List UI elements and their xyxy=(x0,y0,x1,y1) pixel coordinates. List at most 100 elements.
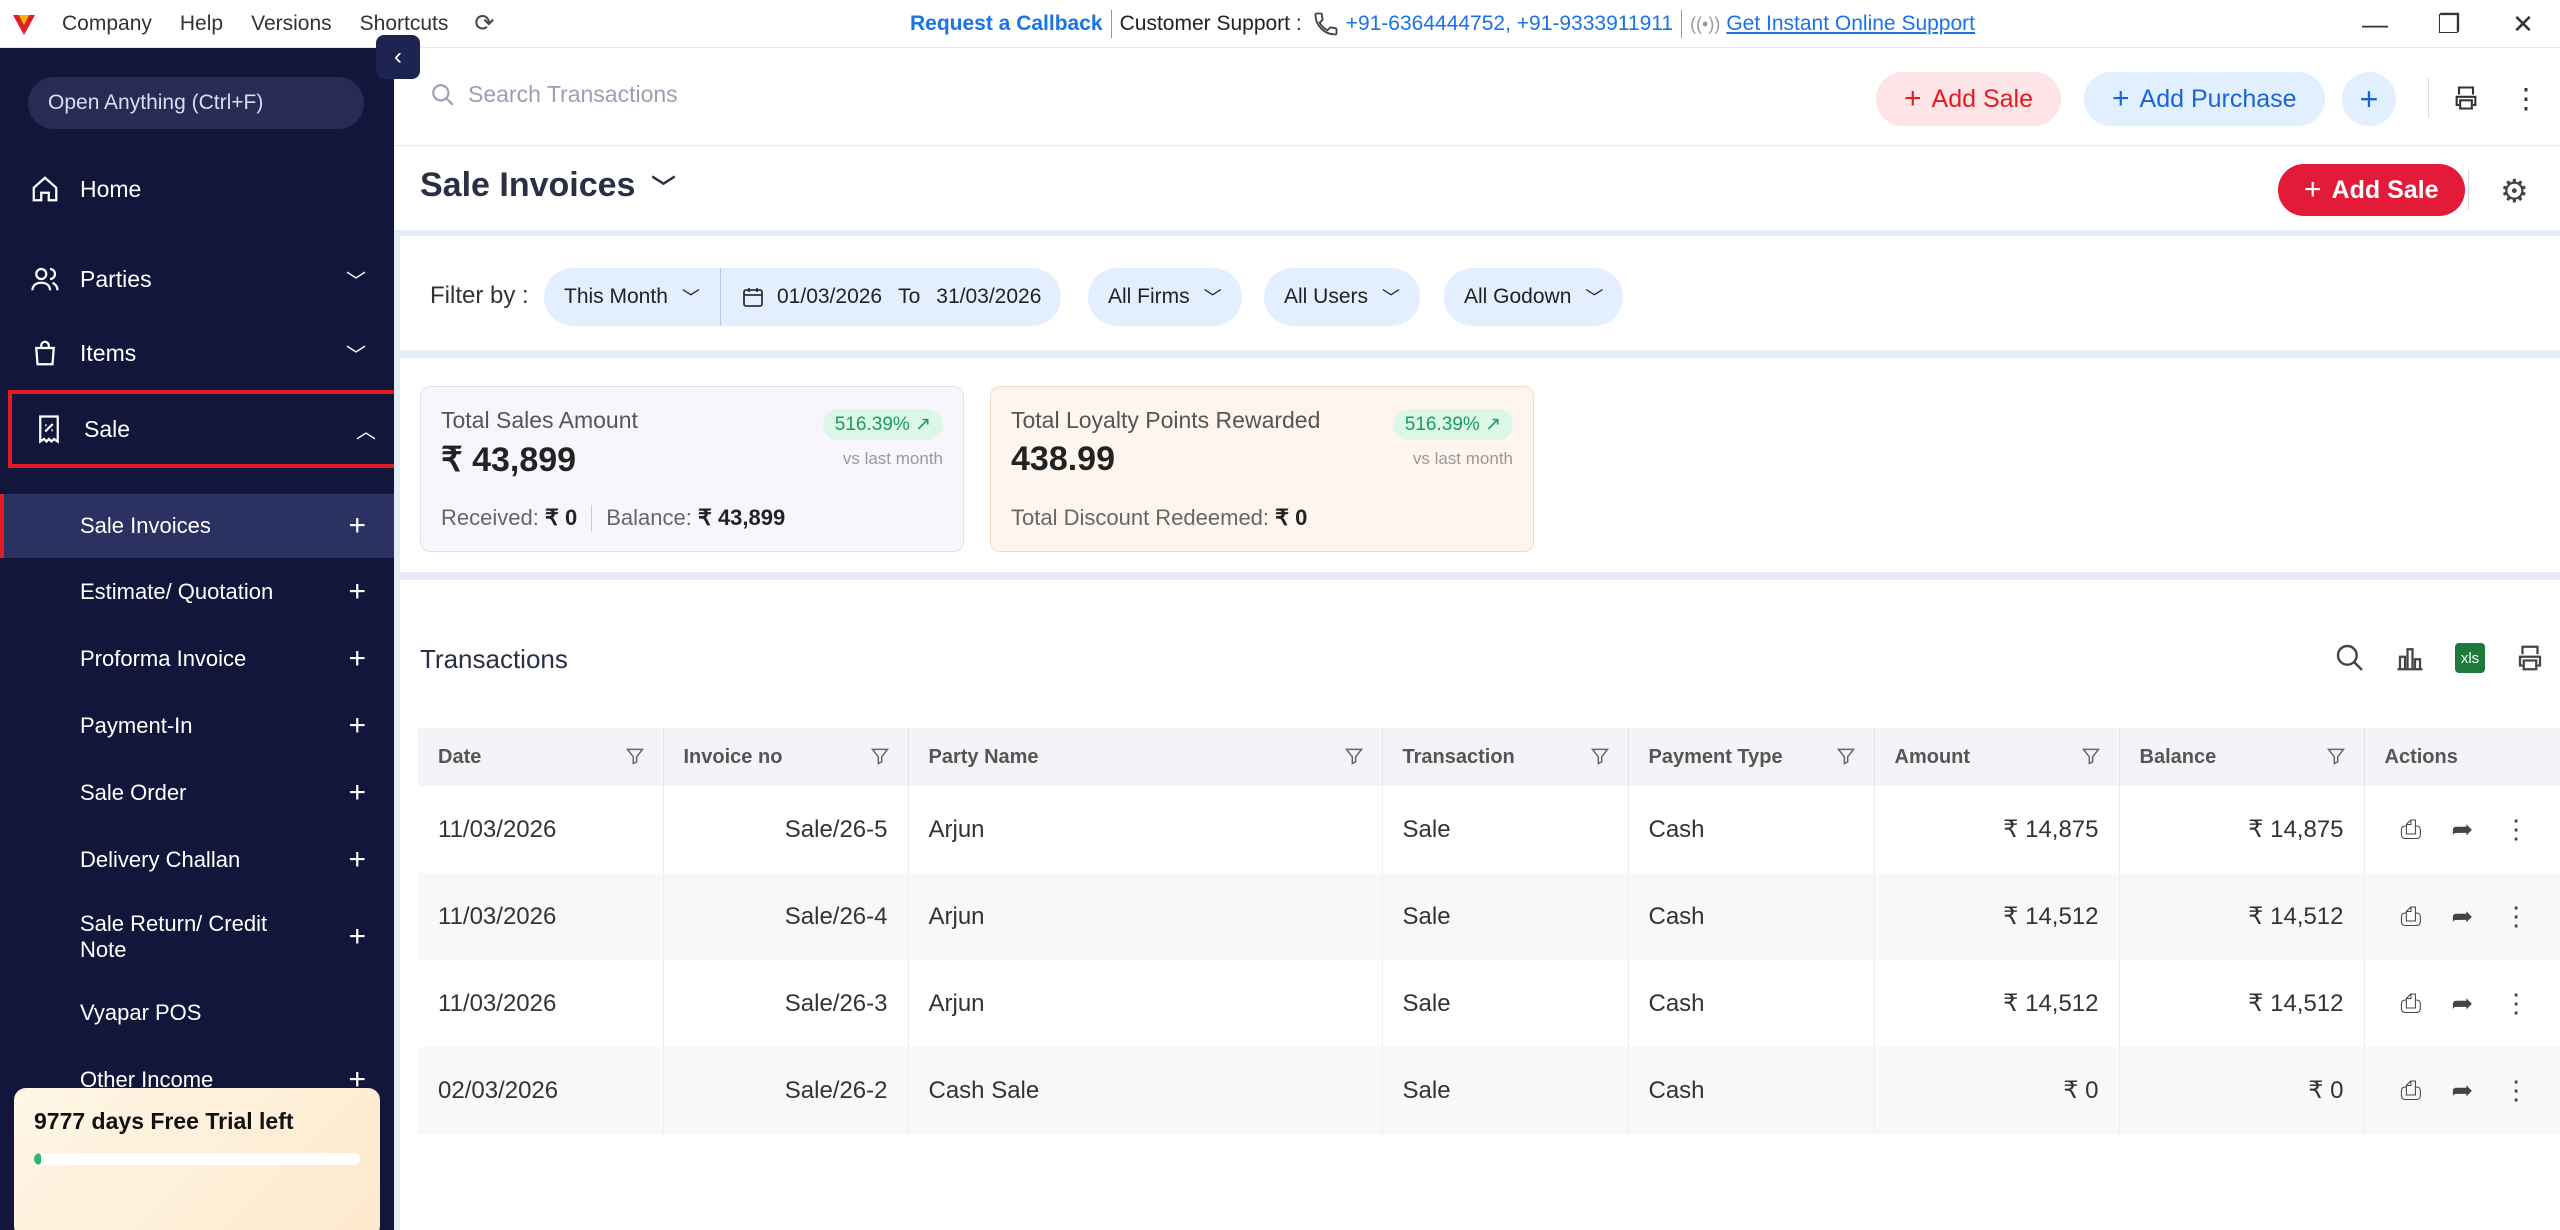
print-icon[interactable]: ⎙ xyxy=(2401,988,2422,1020)
gear-icon[interactable]: ⚙ xyxy=(2500,172,2529,210)
filter-icon[interactable] xyxy=(1344,746,1364,766)
column-header-transaction[interactable]: Transaction xyxy=(1382,728,1629,786)
sidebar-item-home[interactable]: Home xyxy=(0,158,394,220)
plus-icon: + xyxy=(2304,173,2322,206)
trial-banner[interactable]: 9777 days Free Trial left xyxy=(14,1088,380,1230)
sidebar-subitem-delivery-challan[interactable]: Delivery Challan + xyxy=(0,828,394,892)
plus-icon[interactable]: + xyxy=(348,575,366,609)
support-phone-numbers[interactable]: +91-6364444752, +91-9333911911 xyxy=(1346,12,1673,36)
arrow-up-right-icon: ↗ xyxy=(915,414,931,435)
cell-payment-type: Cash xyxy=(1628,873,1875,960)
print-icon[interactable]: ⎙ xyxy=(2401,1075,2422,1107)
filter-icon[interactable] xyxy=(1590,746,1610,766)
column-label: Party Name xyxy=(928,745,1039,768)
table-row[interactable]: 11/03/2026 Sale/26-4 Arjun Sale Cash ₹ 1… xyxy=(418,873,2560,960)
column-header-payment-type[interactable]: Payment Type xyxy=(1628,728,1875,786)
sidebar-subitem-sale-return[interactable]: Sale Return/ Credit Note + xyxy=(0,898,394,976)
page-title-dropdown[interactable]: Sale Invoices ﹀ xyxy=(420,166,675,205)
users-dropdown[interactable]: All Users ﹀ xyxy=(1264,268,1421,326)
share-icon[interactable]: ➦ xyxy=(2451,901,2473,932)
bar-chart-icon[interactable] xyxy=(2390,638,2430,678)
plus-icon[interactable]: + xyxy=(348,843,366,877)
filter-icon[interactable] xyxy=(1836,746,1856,766)
add-purchase-button[interactable]: + Add Purchase xyxy=(2084,72,2325,126)
sidebar-subitem-vyapar-pos[interactable]: Vyapar POS xyxy=(0,981,394,1045)
printer-icon[interactable] xyxy=(2448,80,2484,116)
online-support-link[interactable]: Get Instant Online Support xyxy=(1726,12,1975,36)
table-row[interactable]: 11/03/2026 Sale/26-3 Arjun Sale Cash ₹ 1… xyxy=(418,960,2560,1047)
more-vertical-icon[interactable]: ⋮ xyxy=(2508,80,2544,116)
sidebar-subitem-estimate[interactable]: Estimate/ Quotation + xyxy=(0,560,394,624)
sidebar-subitem-payment-in[interactable]: Payment-In + xyxy=(0,694,394,758)
request-callback-link[interactable]: Request a Callback xyxy=(910,12,1103,36)
share-icon[interactable]: ➦ xyxy=(2451,1075,2473,1106)
search-transactions[interactable]: Search Transactions xyxy=(430,81,678,108)
date-range-picker[interactable]: 01/03/2026 To 31/03/2026 xyxy=(720,268,1062,326)
filter-icon[interactable] xyxy=(870,746,890,766)
godown-dropdown[interactable]: All Godown ﹀ xyxy=(1444,268,1624,326)
plus-icon[interactable]: + xyxy=(348,776,366,810)
cell-payment-type: Cash xyxy=(1628,786,1875,873)
sidebar-subitem-proforma[interactable]: Proforma Invoice + xyxy=(0,627,394,691)
more-vertical-icon[interactable]: ⋮ xyxy=(2503,814,2529,845)
cell-date: 11/03/2026 xyxy=(418,873,664,960)
sidebar-item-items[interactable]: Items ﹀ xyxy=(0,322,394,384)
sidebar-item-sale[interactable]: Sale ︿ xyxy=(8,390,404,468)
refresh-icon[interactable]: ⟳ xyxy=(462,9,506,38)
xls-label: xls xyxy=(2455,643,2485,673)
cell-invoice-no: Sale/26-5 xyxy=(663,786,909,873)
sidebar-subitem-label: Proforma Invoice xyxy=(80,646,247,671)
sidebar-item-parties[interactable]: Parties ﹀ xyxy=(0,248,394,310)
sidebar-item-label: Items xyxy=(80,339,137,366)
add-sale-top-button[interactable]: + Add Sale xyxy=(1876,72,2061,126)
plus-icon[interactable]: + xyxy=(348,709,366,743)
search-icon xyxy=(432,83,454,106)
more-vertical-icon[interactable]: ⋮ xyxy=(2503,988,2529,1019)
menu-versions[interactable]: Versions xyxy=(237,12,346,36)
more-vertical-icon[interactable]: ⋮ xyxy=(2503,1075,2529,1106)
print-icon[interactable]: ⎙ xyxy=(2401,901,2422,933)
close-icon[interactable]: ✕ xyxy=(2486,0,2560,48)
filter-icon[interactable] xyxy=(2326,746,2346,766)
menu-shortcuts[interactable]: Shortcuts xyxy=(346,12,463,36)
period-dropdown[interactable]: This Month ﹀ xyxy=(544,268,720,326)
excel-export-icon[interactable]: xls xyxy=(2450,638,2490,678)
plus-icon[interactable]: + xyxy=(348,922,366,952)
cell-balance: ₹ 0 xyxy=(2119,1047,2365,1134)
chevron-down-icon: ﹀ xyxy=(651,175,676,202)
share-icon[interactable]: ➦ xyxy=(2451,988,2473,1019)
search-icon[interactable] xyxy=(2330,638,2370,678)
menu-company[interactable]: Company xyxy=(48,12,166,36)
plus-icon[interactable]: + xyxy=(348,642,366,676)
printer-icon[interactable] xyxy=(2510,638,2550,678)
filter-icon[interactable] xyxy=(2081,746,2101,766)
firms-dropdown[interactable]: All Firms ﹀ xyxy=(1088,268,1242,326)
menu-help[interactable]: Help xyxy=(166,12,237,36)
discount-label: Total Discount Redeemed: xyxy=(1011,505,1270,530)
restore-icon[interactable]: ❐ xyxy=(2412,0,2486,48)
table-row[interactable]: 11/03/2026 Sale/26-5 Arjun Sale Cash ₹ 1… xyxy=(418,786,2560,873)
filter-icon[interactable] xyxy=(625,746,645,766)
divider xyxy=(591,505,593,531)
column-header-invoice-no[interactable]: Invoice no xyxy=(663,728,909,786)
column-header-party-name[interactable]: Party Name xyxy=(908,728,1383,786)
column-header-balance[interactable]: Balance xyxy=(2119,728,2365,786)
sidebar-subitem-label: Payment-In xyxy=(80,713,193,738)
table-row[interactable]: 02/03/2026 Sale/26-2 Cash Sale Sale Cash… xyxy=(418,1047,2560,1134)
support-strip: Request a Callback Customer Support : +9… xyxy=(910,0,1975,48)
column-header-date[interactable]: Date xyxy=(418,728,664,786)
more-vertical-icon[interactable]: ⋮ xyxy=(2503,901,2529,932)
open-anything-search[interactable]: Open Anything (Ctrl+F) xyxy=(28,77,364,129)
plus-icon[interactable]: + xyxy=(348,509,366,543)
print-icon[interactable]: ⎙ xyxy=(2401,814,2422,846)
balance-label: Balance: xyxy=(606,505,692,530)
table-header-row: Date Invoice no Party Name Transaction P… xyxy=(418,728,2560,786)
add-more-button[interactable]: + xyxy=(2342,72,2396,126)
column-header-amount[interactable]: Amount xyxy=(1874,728,2120,786)
sidebar-subitem-sale-invoices[interactable]: Sale Invoices + xyxy=(0,494,394,558)
minimize-icon[interactable]: — xyxy=(2338,0,2412,48)
share-icon[interactable]: ➦ xyxy=(2451,814,2473,845)
add-sale-button[interactable]: + Add Sale xyxy=(2278,164,2465,216)
collapse-sidebar-button[interactable]: ‹ xyxy=(376,35,420,79)
sidebar-subitem-sale-order[interactable]: Sale Order + xyxy=(0,761,394,825)
